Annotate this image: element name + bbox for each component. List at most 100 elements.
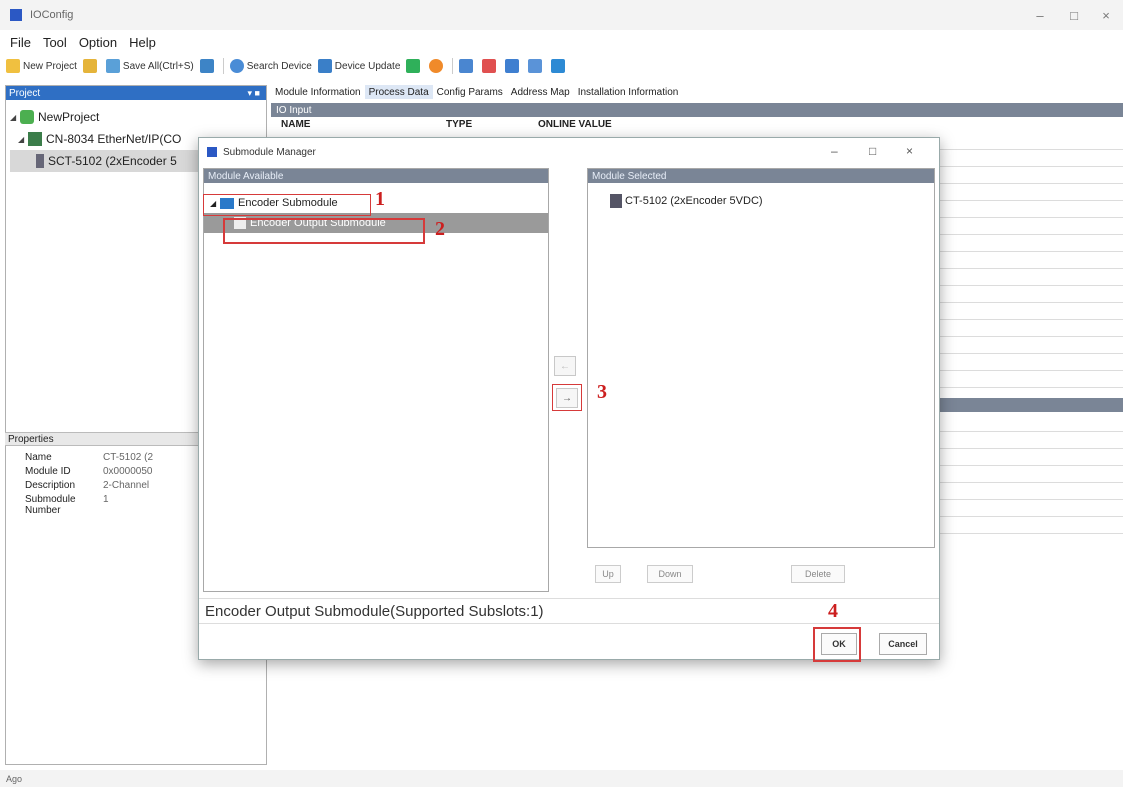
property-name: Description (25, 480, 76, 491)
tree-label: SCT-5102 (2xEncoder 5 (48, 154, 177, 168)
up-button[interactable]: Up (595, 565, 621, 583)
tab-address-map[interactable]: Address Map (507, 85, 574, 99)
module-icon (36, 154, 44, 168)
search-device-label: Search Device (246, 60, 312, 72)
tree-label: CN-8034 EtherNet/IP(CO (46, 132, 182, 146)
grid-icon (199, 59, 214, 73)
tree-node-newproject[interactable]: ◢ NewProject (10, 106, 262, 128)
menu-bar: File Tool Option Help (0, 33, 158, 51)
dialog-title-bar: Submodule Manager (199, 138, 939, 166)
module-icon (610, 194, 622, 208)
export-button[interactable] (551, 59, 568, 73)
module-available-header: Module Available (204, 169, 548, 183)
io-input-header: IO Input (271, 103, 1123, 117)
move-left-button[interactable]: ← (554, 356, 576, 376)
step-number-4: 4 (828, 600, 838, 622)
module-selected-header: Module Selected (588, 169, 934, 183)
property-name: Submodule Number (25, 494, 76, 516)
project-pane-header: Project ▾ ■ (6, 86, 266, 100)
property-value: CT-5102 (2 (103, 452, 154, 463)
save-icon (105, 59, 120, 73)
close-button[interactable]: × (1090, 0, 1122, 30)
project-icon (20, 110, 34, 124)
selected-module-item[interactable]: CT-5102 (2xEncoder 5VDC) (588, 191, 934, 211)
selected-module-label: CT-5102 (2xEncoder 5VDC) (625, 195, 763, 207)
stop-button[interactable] (429, 59, 446, 73)
open-button[interactable] (82, 59, 100, 73)
pin-icon[interactable]: ▾ ■ (248, 88, 260, 99)
search-device-button[interactable]: Search Device (229, 59, 312, 73)
dialog-minimize-button[interactable]: – (831, 144, 838, 158)
property-value: 1 (103, 494, 109, 505)
column-name: NAME (281, 118, 311, 130)
download-icon (482, 59, 497, 73)
search-icon (229, 59, 244, 73)
dialog-close-button[interactable]: × (906, 144, 913, 158)
delete-button[interactable]: Delete (791, 565, 845, 583)
project-pane-title: Project (9, 87, 41, 99)
menu-file[interactable]: File (10, 35, 31, 50)
toolbar-separator (452, 58, 454, 74)
dialog-title: Submodule Manager (223, 146, 316, 158)
stop-icon (429, 59, 444, 73)
download-button[interactable] (482, 59, 499, 73)
monitor-icon (505, 59, 520, 73)
submodule-manager-dialog: Submodule Manager – □ × Module Available… (198, 137, 940, 662)
step-number-1: 1 (375, 188, 385, 210)
highlight-step-2 (223, 218, 425, 244)
minimize-button[interactable]: – (1024, 0, 1056, 30)
expand-icon[interactable]: ◢ (10, 113, 20, 122)
monitor-button[interactable] (505, 59, 522, 73)
tab-module-information[interactable]: Module Information (271, 85, 365, 99)
dialog-app-icon (207, 147, 217, 157)
layout-button[interactable] (199, 59, 217, 73)
step-number-3: 3 (597, 381, 607, 403)
new-project-icon (6, 59, 20, 73)
upload-button[interactable] (459, 59, 476, 73)
tab-config-params[interactable]: Config Params (433, 85, 507, 99)
tab-installation-information[interactable]: Installation Information (574, 85, 683, 99)
tab-strip: Module Information Process Data Config P… (271, 85, 1123, 99)
update-icon (317, 59, 332, 73)
cancel-button[interactable]: Cancel (879, 633, 927, 655)
module-selected-panel: Module Selected CT-5102 (2xEncoder 5VDC) (587, 168, 935, 548)
network-icon (28, 132, 42, 146)
step-number-2: 2 (435, 218, 445, 240)
title-bar: IOConfig – □ × (0, 0, 1123, 30)
app-title: IOConfig (30, 9, 74, 21)
report-button[interactable] (528, 59, 545, 73)
export-icon (551, 59, 566, 73)
expand-icon[interactable]: ◢ (18, 135, 28, 144)
folder-icon (82, 59, 97, 73)
column-headers: NAME TYPE ONLINE VALUE (271, 117, 1123, 131)
property-value: 0x0000050 (103, 466, 153, 477)
device-update-label: Device Update (334, 60, 401, 72)
maximize-button[interactable]: □ (1058, 0, 1090, 30)
property-name: Module ID (25, 466, 71, 477)
report-icon (528, 59, 543, 73)
highlight-step-3 (552, 384, 582, 411)
highlight-step-1 (203, 194, 371, 216)
dialog-maximize-button[interactable]: □ (869, 144, 876, 158)
menu-tool[interactable]: Tool (43, 35, 67, 50)
column-online-value: ONLINE VALUE (538, 118, 612, 130)
status-bar: Ago (0, 770, 1123, 787)
property-name: Name (25, 452, 52, 463)
new-project-button[interactable]: New Project (6, 59, 77, 73)
menu-option[interactable]: Option (79, 35, 117, 50)
save-all-label: Save All(Ctrl+S) (122, 60, 194, 72)
highlight-step-4 (813, 627, 861, 662)
property-value: 2-Channel (103, 480, 150, 491)
connect-icon (406, 59, 421, 73)
connect-button[interactable] (406, 59, 423, 73)
menu-help[interactable]: Help (129, 35, 156, 50)
toolbar-separator (222, 58, 224, 74)
tree-label: NewProject (38, 110, 100, 124)
new-project-label: New Project (23, 60, 77, 72)
down-button[interactable]: Down (647, 565, 693, 583)
tab-process-data[interactable]: Process Data (364, 85, 433, 99)
device-update-button[interactable]: Device Update (317, 59, 401, 73)
save-all-button[interactable]: Save All(Ctrl+S) (105, 59, 194, 73)
toolbar: New Project Save All(Ctrl+S) Search Devi… (0, 55, 1123, 77)
column-type: TYPE (446, 118, 473, 130)
